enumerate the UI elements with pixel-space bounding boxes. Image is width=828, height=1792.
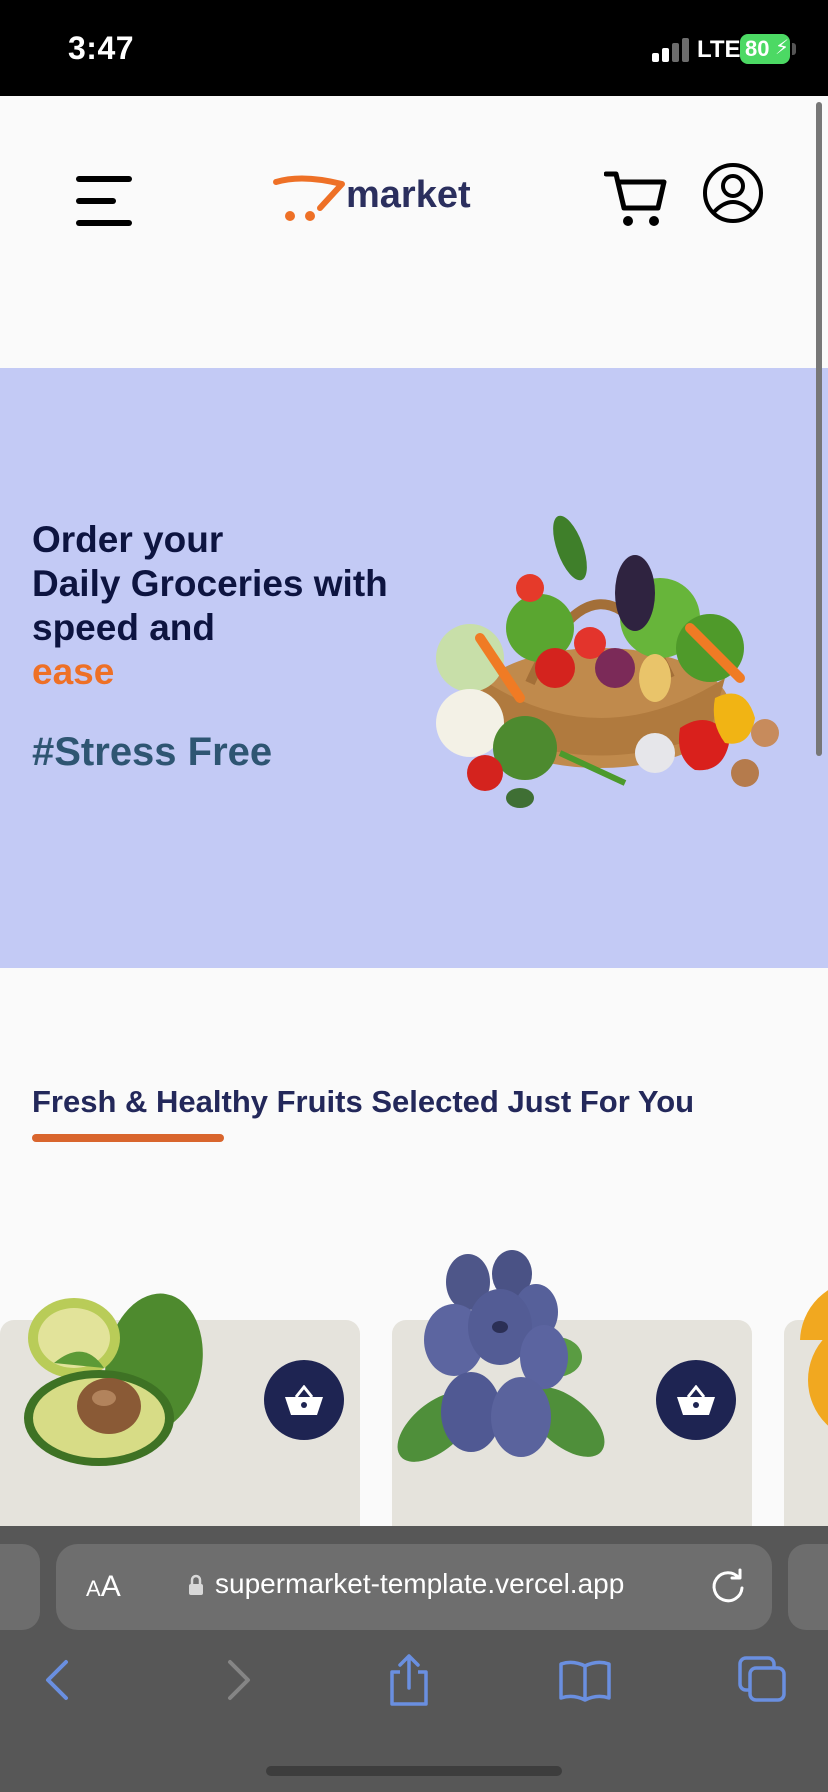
address-bar[interactable]: AA supermarket-template.vercel.app — [56, 1544, 772, 1630]
cart-icon — [603, 171, 667, 226]
back-icon[interactable] — [32, 1654, 86, 1706]
cart-button[interactable] — [603, 168, 668, 230]
menu-icon — [76, 176, 132, 182]
section-underline — [32, 1134, 224, 1142]
share-icon[interactable] — [382, 1654, 436, 1706]
site-header: market — [0, 96, 828, 368]
reload-icon[interactable] — [708, 1566, 748, 1606]
previous-tab-preview[interactable] — [0, 1544, 40, 1630]
orange-top — [800, 1280, 828, 1340]
logo-text: market — [346, 174, 471, 216]
hero-tagline: #Stress Free — [32, 730, 273, 774]
tabs-icon[interactable] — [736, 1654, 790, 1706]
home-indicator[interactable] — [266, 1766, 562, 1776]
orange-image — [808, 1334, 828, 1426]
vegetable-basket-image — [436, 515, 779, 808]
hero-banner: Order your Daily Groceries with speed an… — [0, 368, 828, 968]
avocado-image — [24, 1293, 203, 1466]
basket-icon — [677, 1385, 715, 1415]
hero-title-line: Daily Groceries with — [32, 563, 388, 604]
network-type: LTE — [697, 36, 741, 63]
text-size-small: A — [86, 1576, 101, 1601]
menu-button[interactable] — [76, 176, 132, 226]
logo[interactable]: market — [272, 168, 472, 228]
battery-cap — [792, 43, 796, 55]
add-to-basket-button[interactable] — [264, 1360, 344, 1440]
bookmarks-icon[interactable] — [558, 1654, 612, 1706]
logo-cart-icon — [273, 175, 345, 221]
hero-title-line: Order your — [32, 519, 224, 560]
charging-icon: ⚡ — [774, 37, 789, 59]
page-scrollbar[interactable] — [816, 102, 822, 756]
hero-title-accent: ease — [32, 651, 115, 692]
status-bar: 3:47 LTE 80 ⚡ — [0, 0, 828, 96]
hero-title-line: speed and — [32, 607, 215, 648]
user-account-button[interactable] — [702, 162, 764, 224]
battery-level: 80 — [745, 36, 770, 61]
text-size-button[interactable]: AA — [86, 1570, 121, 1604]
section-title: Fresh & Healthy Fruits Selected Just For… — [32, 1084, 695, 1119]
battery-icon: 80 ⚡ — [740, 34, 790, 64]
blueberries-image — [397, 1250, 605, 1462]
forward-icon[interactable] — [210, 1654, 264, 1706]
text-size-big: A — [100, 1570, 121, 1603]
product-card[interactable] — [392, 1250, 752, 1530]
signal-icon — [652, 38, 690, 62]
status-time: 3:47 — [68, 30, 135, 66]
basket-icon — [285, 1385, 323, 1415]
lock-icon — [189, 1574, 203, 1595]
url-text: supermarket-template.vercel.app — [215, 1568, 625, 1599]
hero-title: Order your Daily Groceries with speed an… — [32, 518, 432, 694]
add-to-basket-button[interactable] — [656, 1360, 736, 1440]
next-tab-preview[interactable] — [788, 1544, 828, 1630]
user-icon — [703, 163, 763, 223]
product-card[interactable] — [784, 1320, 828, 1530]
product-card[interactable] — [0, 1293, 360, 1530]
